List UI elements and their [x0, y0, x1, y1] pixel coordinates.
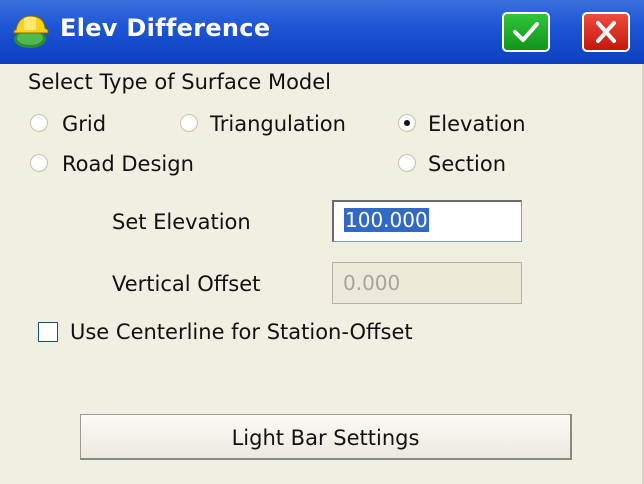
light-bar-settings-button[interactable]: Light Bar Settings — [80, 414, 572, 460]
radio-elevation[interactable] — [398, 114, 416, 132]
radio-grid-label[interactable]: Grid — [62, 112, 106, 136]
use-centerline-label[interactable]: Use Centerline for Station-Offset — [70, 320, 413, 344]
close-button[interactable] — [582, 12, 630, 52]
set-elevation-input[interactable]: 100.000 — [332, 200, 522, 242]
ok-button[interactable] — [502, 12, 550, 52]
radio-section[interactable] — [398, 154, 416, 172]
hardhat-globe-icon — [13, 15, 49, 48]
radio-triangulation[interactable] — [180, 114, 198, 132]
vertical-offset-input: 0.000 — [332, 262, 522, 304]
radio-road-design-label[interactable]: Road Design — [62, 152, 194, 176]
close-x-icon — [596, 21, 616, 43]
use-centerline-checkbox[interactable] — [38, 322, 58, 342]
radio-elevation-label[interactable]: Elevation — [428, 112, 526, 136]
radio-section-label[interactable]: Section — [428, 152, 506, 176]
set-elevation-label: Set Elevation — [112, 210, 251, 234]
set-elevation-value: 100.000 — [344, 208, 429, 232]
radio-road-design[interactable] — [30, 154, 48, 172]
vertical-offset-value: 0.000 — [343, 271, 401, 295]
dialog-window: Elev Difference Select Type of Surface M… — [0, 0, 644, 484]
radio-selected-dot — [404, 120, 410, 126]
radio-triangulation-label[interactable]: Triangulation — [210, 112, 346, 136]
window-title: Elev Difference — [60, 14, 271, 42]
title-bar: Elev Difference — [0, 0, 644, 64]
radio-grid[interactable] — [30, 114, 48, 132]
surface-model-heading: Select Type of Surface Model — [28, 70, 332, 94]
vertical-offset-label: Vertical Offset — [112, 272, 261, 296]
light-bar-settings-label: Light Bar Settings — [231, 426, 420, 450]
checkmark-icon — [513, 22, 539, 42]
